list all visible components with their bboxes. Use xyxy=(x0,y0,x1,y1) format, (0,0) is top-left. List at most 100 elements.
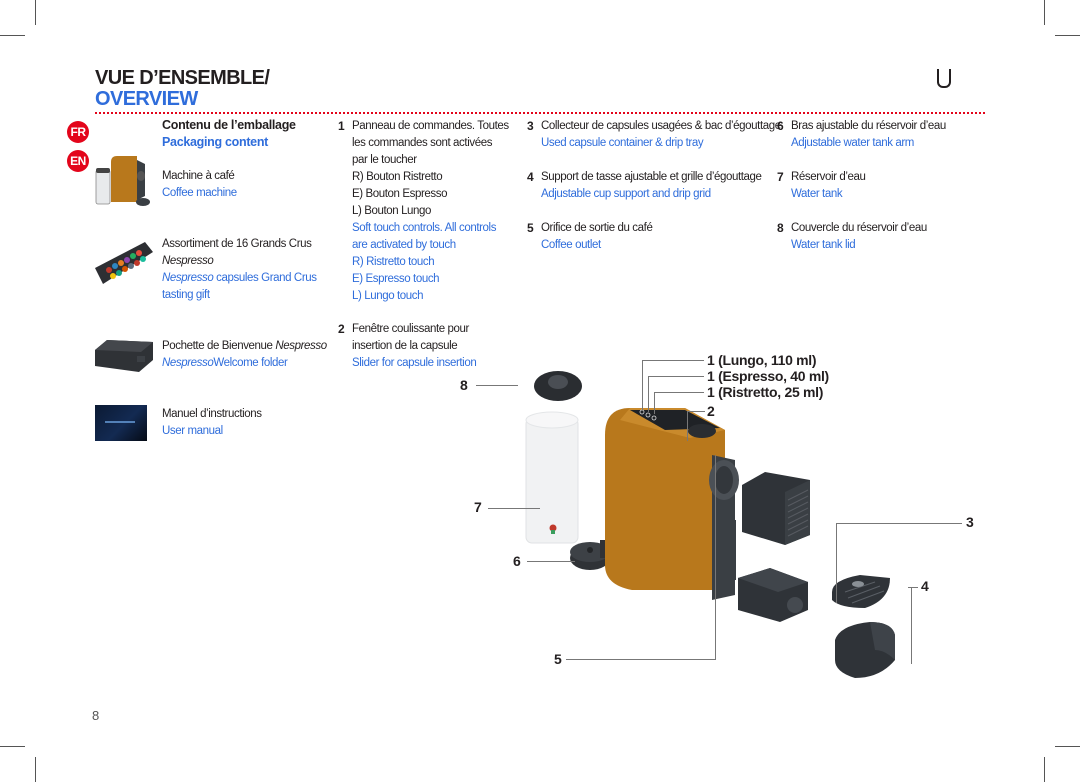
item-folder-en: NespressoWelcome folder xyxy=(162,355,288,372)
crop-mark xyxy=(0,746,25,747)
page-title-fr: VUE D’ENSEMBLE/ xyxy=(95,67,270,89)
water-tank-lid-part xyxy=(534,371,582,401)
part-3-en: Used capsule container & drip tray xyxy=(541,137,704,149)
callout-5: 5 xyxy=(554,651,562,667)
leader-line-espresso-vertical xyxy=(648,376,649,412)
section-divider xyxy=(95,112,985,114)
leader-line-3 xyxy=(836,523,962,524)
part-5-en: Coffee outlet xyxy=(541,239,601,251)
part-1-fr-line: par le toucher xyxy=(352,154,417,166)
drip-grid-part xyxy=(832,575,890,608)
page-number: 8 xyxy=(92,708,100,723)
part-number-6: 6 xyxy=(777,119,784,133)
coffee-machine-image xyxy=(93,150,153,210)
part-number-1: 1 xyxy=(338,119,345,133)
language-badge-fr: FR xyxy=(67,121,89,143)
part-number-3: 3 xyxy=(527,119,534,133)
part-1-en-line: R) Ristretto touch xyxy=(352,256,435,268)
callout-ristretto: 1 (Ristretto, 25 ml) xyxy=(707,384,824,400)
capsule-box-image xyxy=(93,238,155,290)
part-1-en-line: E) Espresso touch xyxy=(352,273,440,285)
part-1-fr-line: E) Bouton Espresso xyxy=(352,188,448,200)
welcome-folder-image xyxy=(93,336,155,376)
part-3-fr: Collecteur de capsules usagées & bac d’é… xyxy=(541,120,781,132)
part-8-en: Water tank lid xyxy=(791,239,856,251)
part-1-fr-line: les commandes sont activées xyxy=(352,137,493,149)
item-folder-fr-brand: Nespresso xyxy=(275,340,327,352)
part-4-en: Adjustable cup support and drip grid xyxy=(541,188,711,200)
part-7-description: Réservoir d’eau Water tank xyxy=(791,169,866,203)
callout-3: 3 xyxy=(966,514,974,530)
leader-line-4-vertical xyxy=(911,587,912,664)
crop-mark xyxy=(1044,757,1045,782)
crop-mark xyxy=(35,0,36,25)
item-capsules-en-brand: Nespresso xyxy=(162,272,214,284)
part-3-description: Collecteur de capsules usagées & bac d’é… xyxy=(541,118,781,152)
coffee-machine-body-part xyxy=(605,408,739,600)
item-folder-en-brand: Nespresso xyxy=(162,357,214,369)
part-8-description: Couvercle du réservoir d’eau Water tank … xyxy=(791,220,927,254)
user-manual-image xyxy=(95,405,147,441)
leader-line-lungo xyxy=(642,360,704,361)
drip-tray-part xyxy=(738,568,808,622)
part-1-en-line: Soft touch controls. All controls xyxy=(352,222,497,234)
callout-espresso: 1 (Espresso, 40 ml) xyxy=(707,368,829,384)
part-7-fr: Réservoir d’eau xyxy=(791,171,866,183)
part-number-8: 8 xyxy=(777,221,784,235)
crop-mark xyxy=(1044,0,1045,25)
leader-line-7 xyxy=(488,508,540,509)
item-capsules-fr-brand: Nespresso xyxy=(162,255,214,267)
part-2-description: Fenêtre coulissante pour insertion de la… xyxy=(352,321,477,372)
leader-line-5-vertical xyxy=(715,455,716,660)
part-number-4: 4 xyxy=(527,170,534,184)
item-capsules-en: Nespresso capsules Grand Crus xyxy=(162,270,317,287)
leader-line-ristretto-vertical xyxy=(654,392,655,414)
item-machine-fr: Machine à café xyxy=(162,170,235,182)
callout-8: 8 xyxy=(460,377,468,393)
packaging-heading-fr: Contenu de l’emballage xyxy=(162,118,296,132)
crop-mark xyxy=(35,757,36,782)
part-number-7: 7 xyxy=(777,170,784,184)
item-manual-fr: Manuel d’instructions xyxy=(162,408,262,420)
crop-mark xyxy=(1055,35,1080,36)
callout-6: 6 xyxy=(513,553,521,569)
leader-line-6 xyxy=(527,561,575,562)
language-badge-en: EN xyxy=(67,150,89,172)
used-capsule-container-part xyxy=(742,472,810,545)
part-6-en: Adjustable water tank arm xyxy=(791,137,914,149)
leader-line-ristretto xyxy=(654,392,704,393)
part-2-en-line: Slider for capsule insertion xyxy=(352,357,477,369)
page-title-en: OVERVIEW xyxy=(95,88,198,110)
part-8-fr: Couvercle du réservoir d’eau xyxy=(791,222,927,234)
part-1-fr-line: Panneau de commandes. Toutes xyxy=(352,120,509,132)
item-folder-fr-text: Pochette de Bienvenue xyxy=(162,340,276,352)
item-folder-fr: Pochette de Bienvenue Nespresso xyxy=(162,338,327,355)
item-folder-en-text: Welcome folder xyxy=(213,357,288,369)
callout-4: 4 xyxy=(921,578,929,594)
part-4-description: Support de tasse ajustable et grille d’é… xyxy=(541,169,762,203)
callout-lungo: 1 (Lungo, 110 ml) xyxy=(707,352,817,368)
part-5-description: Orifice de sortie du café Coffee outlet xyxy=(541,220,653,254)
part-number-5: 5 xyxy=(527,221,534,235)
leader-line-espresso xyxy=(648,376,704,377)
item-capsules-en-text: capsules Grand Crus xyxy=(213,272,317,284)
item-capsules-fr: Assortiment de 16 Grands Crus xyxy=(162,238,312,250)
item-machine-en: Coffee machine xyxy=(162,187,237,199)
leader-line-lungo-vertical xyxy=(642,360,643,410)
leader-line-8 xyxy=(476,385,518,386)
leader-line-3-vertical xyxy=(836,523,837,603)
leader-line-5 xyxy=(566,659,716,660)
crop-mark xyxy=(1055,746,1080,747)
leader-line-2-vertical xyxy=(687,411,688,441)
callout-7: 7 xyxy=(474,499,482,515)
part-4-fr: Support de tasse ajustable et grille d’é… xyxy=(541,171,762,183)
part-7-en: Water tank xyxy=(791,188,843,200)
callout-2: 2 xyxy=(707,403,715,419)
item-capsules-en-line2: tasting gift xyxy=(162,289,210,301)
part-5-fr: Orifice de sortie du café xyxy=(541,222,653,234)
leader-line-4 xyxy=(908,587,918,588)
part-number-2: 2 xyxy=(338,322,345,336)
crop-mark xyxy=(0,35,25,36)
part-6-description: Bras ajustable du réservoir d’eau Adjust… xyxy=(791,118,946,152)
part-2-fr-line: insertion de la capsule xyxy=(352,340,458,352)
